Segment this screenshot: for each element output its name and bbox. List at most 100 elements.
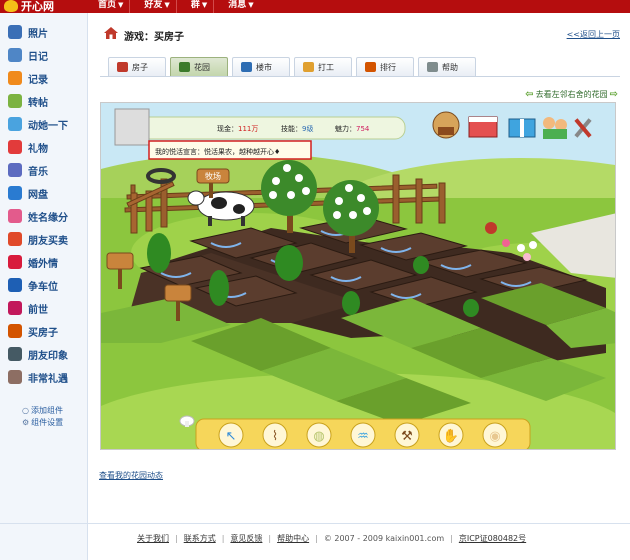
seed-bag-tool-icon[interactable]: ◍ <box>306 422 332 448</box>
arrow-right-icon: ⇨ <box>609 89 618 100</box>
sidebar-item-music[interactable]: 音乐 <box>8 161 48 179</box>
market-tab-icon <box>241 62 252 72</box>
sidebar-item-photo[interactable]: 照片 <box>8 23 48 41</box>
shovel-tool-icon[interactable]: ⚒ <box>394 422 420 448</box>
site-footer: 关于我们 | 联系方式 | 意见反馈 | 帮助中心 | © 2007 - 200… <box>137 533 526 544</box>
tab-rank[interactable]: 排行 <box>356 57 414 76</box>
footer-feedback-link[interactable]: 意见反馈 <box>230 533 262 544</box>
record-icon <box>8 71 22 85</box>
parking-icon <box>8 278 22 292</box>
music-icon <box>8 163 22 177</box>
footer-copyright: © 2007 - 2009 kaixin001.com <box>323 534 445 543</box>
sidebar: 照片日记记录转帖动她一下礼物音乐网盘姓名缘分朋友买卖婚外情争车位前世买房子朋友印… <box>0 13 88 560</box>
logo-mark-icon <box>4 0 18 12</box>
friend-trade-icon <box>8 232 22 246</box>
heart-icon <box>8 255 22 269</box>
neighbors-garden-link[interactable]: ⇦ 去看左邻右舍的花园 ⇨ <box>525 89 618 100</box>
component-settings-link[interactable]: ⚙ 组件设置 <box>22 417 63 428</box>
add-component-label: 添加组件 <box>30 406 63 415</box>
sidebar-item-label: 记录 <box>28 74 48 86</box>
chevron-down-icon: ▼ <box>248 1 254 9</box>
sidebar-item-heart[interactable]: 婚外情 <box>8 253 58 271</box>
skill-value: 9级 <box>302 124 313 133</box>
tab-help[interactable]: 帮助 <box>418 57 476 76</box>
tab-house[interactable]: 房子 <box>108 57 166 76</box>
sidebar-item-label: 前世 <box>28 304 48 316</box>
farm-sign-label: 牧场 <box>205 171 221 181</box>
footer-separator: | <box>268 534 272 543</box>
nav-friends[interactable]: 好友 ▼ <box>144 0 177 13</box>
tab-label: 帮助 <box>442 62 458 72</box>
settings-small-icon: ⚙ <box>22 418 30 427</box>
sidebar-item-name-fate[interactable]: 姓名缘分 <box>8 207 68 225</box>
sidebar-item-label: 转帖 <box>28 97 48 109</box>
hand-tool-icon[interactable]: ✋ <box>438 422 464 448</box>
nav-groups[interactable]: 群 ▼ <box>190 0 215 13</box>
nav-home-label: 首页 <box>98 0 117 10</box>
logo-text: 开心网 <box>21 0 54 13</box>
page-title: 游戏：买房子 <box>124 32 184 43</box>
shop-hut-icon[interactable] <box>432 111 460 139</box>
footer-about-link[interactable]: 关于我们 <box>137 533 169 544</box>
sidebar-item-poke[interactable]: 动她一下 <box>8 115 68 133</box>
nav-groups-label: 群 <box>190 0 200 10</box>
courtesy-icon <box>8 370 22 384</box>
nav-messages-label: 消息 <box>228 0 247 10</box>
nav-home[interactable]: 首页 ▼ <box>98 0 131 13</box>
sidebar-item-disk[interactable]: 网盘 <box>8 184 48 202</box>
gift-box-icon[interactable] <box>508 118 536 138</box>
footer-separator: | <box>450 534 453 543</box>
sidebar-item-label: 日记 <box>28 51 48 63</box>
footer-icp-link[interactable]: 京ICP证080482号 <box>459 533 526 544</box>
sidebar-item-label: 照片 <box>28 28 48 40</box>
slogan-box[interactable]: 我的悦活宣言：悦活果农，越种越开心♦ <box>148 140 312 160</box>
tab-label: 排行 <box>380 62 396 72</box>
market-stall-icon[interactable] <box>468 116 498 138</box>
sidebar-item-label: 非常礼遇 <box>28 373 68 385</box>
sidebar-item-label: 买房子 <box>28 327 58 339</box>
watering-can-tool-icon[interactable]: ♒ <box>350 422 376 448</box>
footer-contact-link[interactable]: 联系方式 <box>184 533 216 544</box>
sidebar-item-record[interactable]: 记录 <box>8 69 48 87</box>
sack-tool-icon[interactable]: ◉ <box>482 422 508 448</box>
cash-value: 111万 <box>238 125 258 133</box>
sidebar-item-courtesy[interactable]: 非常礼遇 <box>8 368 68 386</box>
sidebar-item-house[interactable]: 买房子 <box>8 322 58 340</box>
sidebar-item-repost[interactable]: 转帖 <box>8 92 48 110</box>
component-settings-label: 组件设置 <box>31 418 64 427</box>
tab-bar: 房子 花园 楼市 打工 排行 帮助 <box>108 57 476 76</box>
rake-tool-icon[interactable]: ⌇ <box>262 422 288 448</box>
main-content: 游戏：买房子 <<返回上一页 房子 花园 楼市 打工 排行 帮助 ⇦ 去看左邻右舍的花园 … <box>96 13 630 513</box>
tab-garden[interactable]: 花园 <box>170 57 228 76</box>
svg-text:技能：9级: 技能：9级 <box>281 124 313 133</box>
nav-messages[interactable]: 消息 ▼ <box>228 0 259 13</box>
add-component-link[interactable]: ○ 添加组件 <box>22 405 63 416</box>
back-link[interactable]: <<返回上一页 <box>567 29 620 40</box>
tab-divider <box>100 76 620 77</box>
sidebar-item-friend-trade[interactable]: 朋友买卖 <box>8 230 68 248</box>
avatar[interactable] <box>114 108 150 146</box>
svg-text:↖: ↖ <box>226 429 237 444</box>
garden-game-canvas[interactable]: 牧场 现金：111万 技能：9级 魅力：754 我的悦活宣言：悦活果农，越种越开… <box>100 102 616 450</box>
sidebar-item-gift[interactable]: 礼物 <box>8 138 48 156</box>
kaixin-logo[interactable]: 开心网 <box>4 0 54 13</box>
past-life-icon <box>8 301 22 315</box>
sidebar-item-past-life[interactable]: 前世 <box>8 299 48 317</box>
sidebar-item-parking[interactable]: 争车位 <box>8 276 58 294</box>
house-icon <box>8 324 22 338</box>
house-tab-icon <box>117 62 128 72</box>
tab-market[interactable]: 楼市 <box>232 57 290 76</box>
sidebar-item-impression[interactable]: 朋友印象 <box>8 345 68 363</box>
pointer-tool-icon[interactable]: ↖ <box>218 422 244 448</box>
svg-text:◉: ◉ <box>489 429 500 444</box>
poke-icon <box>8 117 22 131</box>
skill-label: 技能： <box>281 124 302 133</box>
svg-text:⌇: ⌇ <box>272 429 278 444</box>
tab-work[interactable]: 打工 <box>294 57 352 76</box>
footer-help-link[interactable]: 帮助中心 <box>277 533 309 544</box>
footer-divider <box>0 523 630 524</box>
garden-activity-link[interactable]: 查看我的花园动态 <box>99 470 163 481</box>
footer-separator: | <box>315 534 318 543</box>
top-bar: 开心网 首页 ▼ 好友 ▼ 群 ▼ 消息 ▼ <box>0 0 630 13</box>
sidebar-item-diary[interactable]: 日记 <box>8 46 48 64</box>
